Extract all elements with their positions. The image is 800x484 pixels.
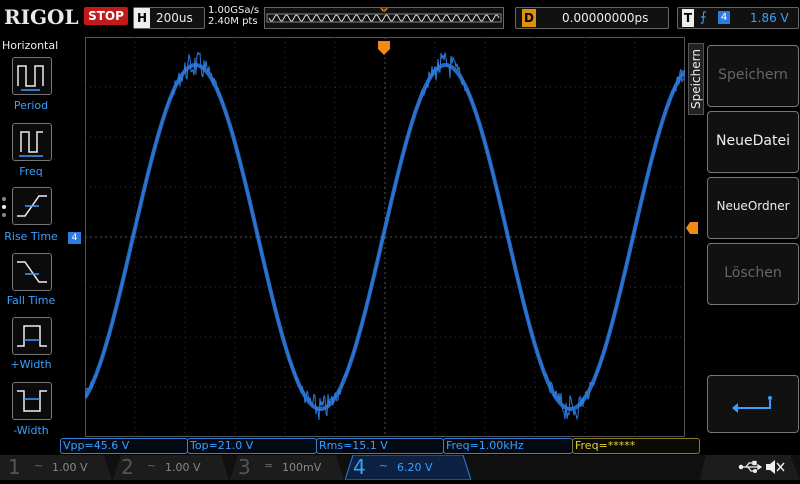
channel-1-coupling-icon: ~ xyxy=(34,459,44,472)
trigger-position-marker[interactable] xyxy=(378,40,390,55)
pos-width-button[interactable] xyxy=(12,317,52,355)
back-button[interactable] xyxy=(707,375,799,433)
measurement-freq[interactable]: Freq=1.00kHz xyxy=(443,438,573,454)
system-icons xyxy=(700,455,800,480)
waveform-grid xyxy=(83,37,687,437)
neg-width-icon xyxy=(17,390,47,412)
fall-time-button[interactable] xyxy=(12,253,52,291)
trigger-key: T xyxy=(682,9,694,27)
menu-page-dots xyxy=(2,197,8,227)
trigger-source-channel: 4 xyxy=(718,11,730,24)
period-button[interactable] xyxy=(12,57,52,95)
channel-2-number: 2 xyxy=(121,455,134,479)
channel-3-scale: 100mV xyxy=(282,461,322,474)
neg-width-button[interactable] xyxy=(12,382,52,420)
neg-width-label: -Width xyxy=(13,424,49,437)
fall-time-label: Fall Time xyxy=(6,294,56,307)
memory-overview-bar: T xyxy=(264,7,504,29)
speichern-label: Speichern xyxy=(718,67,788,83)
waveform-display[interactable] xyxy=(83,37,687,437)
channel-4-scale: 6.20 V xyxy=(397,461,433,474)
trigger-box[interactable]: T ⨍ 4 1.86 V xyxy=(677,7,799,29)
trigger-position-letter: T xyxy=(381,7,387,16)
channel-1-scale: 1.00 V xyxy=(52,461,88,474)
loeschen-label: Löschen xyxy=(724,265,782,281)
channel-2-scale: 1.00 V xyxy=(165,461,201,474)
measurement-top[interactable]: Top=21.0 V xyxy=(187,438,317,454)
sample-rate: 1.00GSa/s xyxy=(208,5,260,16)
horizontal-timebase-box[interactable]: H 200us xyxy=(133,7,205,29)
channel-4-offset-marker[interactable]: 4 xyxy=(68,232,81,244)
freq-icon xyxy=(19,131,43,157)
channel-1-box[interactable]: 1 ~ 1.00 V xyxy=(0,455,112,480)
period-label: Period xyxy=(13,99,49,112)
speichern-button[interactable]: Speichern xyxy=(707,45,799,107)
period-icon xyxy=(17,65,44,91)
channel-1-number: 1 xyxy=(8,455,21,479)
return-arrow-icon xyxy=(732,396,772,413)
rise-time-label: Rise Time xyxy=(4,230,58,243)
freq-label: Freq xyxy=(19,165,43,178)
delay-value: 0.00000000ps xyxy=(562,11,649,25)
delay-key: D xyxy=(522,9,536,27)
pos-width-label: +Width xyxy=(10,358,52,371)
rise-time-button[interactable] xyxy=(12,187,52,225)
horizontal-key: H xyxy=(134,8,150,28)
right-menu-title: Speichern xyxy=(689,49,703,109)
channel-4-coupling-icon: ~ xyxy=(379,459,389,472)
neue-datei-button[interactable]: NeueDatei xyxy=(707,111,799,173)
channel-3-number: 3 xyxy=(238,455,251,479)
timebase-value: 200us xyxy=(156,11,193,25)
channel-2-coupling-icon: ~ xyxy=(147,459,157,472)
horizontal-measure-menu: Horizontal Period Freq Rise Time Fall Ti… xyxy=(0,37,60,437)
left-menu-title: Horizontal xyxy=(2,39,59,52)
channel-4-box[interactable]: 4 ~ 6.20 V xyxy=(345,455,471,480)
run-stop-status[interactable]: STOP xyxy=(84,7,128,25)
measurement-freq-invalid[interactable]: Freq=***** xyxy=(572,438,700,454)
pos-width-icon xyxy=(17,325,47,347)
channel-status-bar: 1 ~ 1.00 V 2 ~ 1.00 V 3 = 100mV 4 ~ 6.20… xyxy=(0,455,800,480)
trigger-level-value: 1.86 V xyxy=(750,11,789,25)
neue-ordner-button[interactable]: NeueOrdner xyxy=(707,177,799,239)
channel-4-number: 4 xyxy=(353,455,366,479)
channel-2-box[interactable]: 2 ~ 1.00 V xyxy=(113,455,229,480)
measurement-vpp[interactable]: Vpp=45.6 V xyxy=(60,438,188,454)
neue-datei-label: NeueDatei xyxy=(716,133,790,149)
channel-3-box[interactable]: 3 = 100mV xyxy=(230,455,344,480)
memory-depth: 2.40M pts xyxy=(208,16,258,27)
loeschen-button[interactable]: Löschen xyxy=(707,243,799,305)
top-status-bar: RIGOL STOP H 200us 1.00GSa/s 2.40M pts T… xyxy=(0,0,800,34)
rigol-logo: RIGOL xyxy=(4,5,79,29)
freq-button[interactable] xyxy=(12,123,52,161)
fall-time-icon xyxy=(17,261,47,283)
neue-ordner-label: NeueOrdner xyxy=(716,199,790,213)
channel-3-coupling-icon: = xyxy=(264,459,274,472)
save-softkey-menu: Speichern Speichern NeueDatei NeueOrdner… xyxy=(688,37,800,437)
measurement-rms[interactable]: Rms=15.1 V xyxy=(316,438,444,454)
rising-edge-icon: ⨍ xyxy=(700,10,707,25)
delay-box[interactable]: D 0.00000000ps xyxy=(515,7,669,29)
rise-time-icon xyxy=(17,195,47,217)
right-menu-title-tab: Speichern xyxy=(688,43,704,115)
sample-info: 1.00GSa/s 2.40M pts xyxy=(208,5,259,27)
